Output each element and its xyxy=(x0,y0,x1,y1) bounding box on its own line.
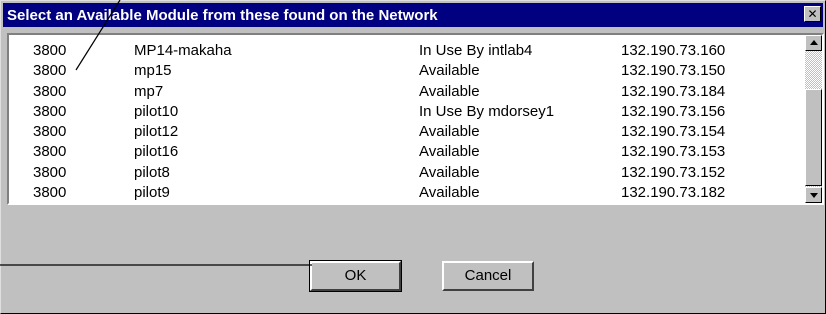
module-ip: 132.190.73.184 xyxy=(621,82,726,100)
module-ip: 132.190.73.152 xyxy=(621,163,726,181)
module-name: pilot16 xyxy=(134,143,179,161)
module-name: mp15 xyxy=(134,62,172,80)
module-model: 3800 xyxy=(33,42,67,59)
module-select-dialog: Select an Available Module from these fo… xyxy=(0,0,826,314)
module-model: 3800 xyxy=(33,184,67,202)
module-row[interactable]: 3800 pilot8 Available 132.190.73.152 xyxy=(9,163,799,183)
module-status: Available xyxy=(419,123,480,141)
module-name: pilot8 xyxy=(134,163,170,181)
module-model: 3800 xyxy=(33,102,67,120)
module-row[interactable]: 3800 mp15 Available 132.190.73.150 xyxy=(9,61,799,81)
module-ip: 132.190.73.182 xyxy=(621,184,726,202)
module-ip: 132.190.73.160 xyxy=(621,42,726,59)
module-row[interactable]: 3800 MP14-makaha In Use By intlab4 132.1… xyxy=(9,41,799,61)
module-status: In Use By intlab4 xyxy=(419,42,533,59)
module-status: Available xyxy=(419,82,480,100)
module-model: 3800 xyxy=(33,143,67,161)
module-name: pilot10 xyxy=(134,102,179,120)
vertical-scrollbar[interactable] xyxy=(805,35,822,203)
module-status: Available xyxy=(419,62,480,80)
module-ip: 132.190.73.153 xyxy=(621,143,726,161)
scroll-thumb[interactable] xyxy=(805,89,822,186)
module-model: 3800 xyxy=(33,123,67,141)
module-model: 3800 xyxy=(33,163,67,181)
module-row[interactable]: 3800 mp7 Available 132.190.73.184 xyxy=(9,82,799,102)
cancel-button[interactable]: Cancel xyxy=(442,261,534,291)
module-row[interactable]: 3800 pilot16 Available 132.190.73.153 xyxy=(9,142,799,162)
module-ip: 132.190.73.150 xyxy=(621,62,726,80)
module-name: pilot9 xyxy=(134,184,170,202)
dialog-title: Select an Available Module from these fo… xyxy=(7,7,438,24)
module-ip: 132.190.73.154 xyxy=(621,123,726,141)
close-button[interactable]: ✕ xyxy=(804,6,821,22)
module-list: 3800 MP14-makaha In Use By intlab4 132.1… xyxy=(9,41,799,203)
module-row[interactable]: 3800 pilot10 In Use By mdorsey1 132.190.… xyxy=(9,102,799,122)
module-listbox[interactable]: 3800 MP14-makaha In Use By intlab4 132.1… xyxy=(7,33,824,205)
module-model: 3800 xyxy=(33,82,67,100)
module-name: pilot12 xyxy=(134,123,179,141)
module-status: In Use By mdorsey1 xyxy=(419,102,555,120)
close-icon: ✕ xyxy=(807,7,818,21)
module-name: mp7 xyxy=(134,82,164,100)
module-status: Available xyxy=(419,163,480,181)
module-model: 3800 xyxy=(33,62,67,80)
ok-button[interactable]: OK xyxy=(309,260,402,292)
module-ip: 132.190.73.156 xyxy=(621,102,726,120)
module-status: Available xyxy=(419,184,480,202)
module-row[interactable]: 3800 pilot9 Available 132.190.73.182 xyxy=(9,183,799,203)
module-status: Available xyxy=(419,143,480,161)
title-bar[interactable]: Select an Available Module from these fo… xyxy=(3,3,823,27)
module-row[interactable]: 3800 pilot12 Available 132.190.73.154 xyxy=(9,122,799,142)
module-name: MP14-makaha xyxy=(134,42,232,59)
scroll-up-arrow-icon[interactable] xyxy=(805,35,822,51)
scroll-down-arrow-icon[interactable] xyxy=(805,187,822,203)
